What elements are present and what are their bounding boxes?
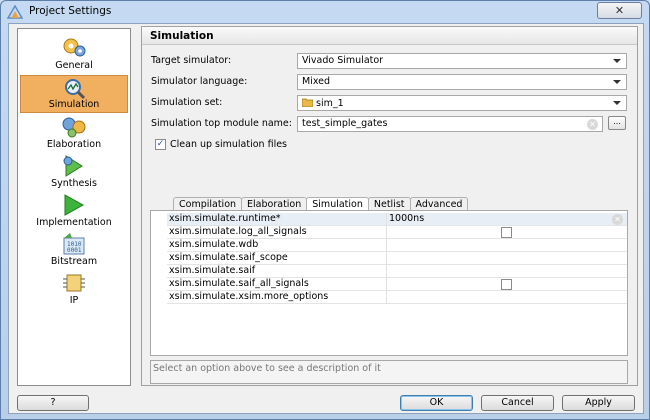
sidebar-item-ip[interactable]: IP [20, 270, 128, 308]
target-simulator-label: Target simulator: [151, 55, 232, 66]
implementation-icon [64, 194, 85, 216]
property-name: xsim.simulate.saif [169, 265, 256, 276]
description-box: Select an option above to see a descript… [150, 360, 628, 384]
help-button[interactable]: ? [17, 395, 89, 411]
browse-button[interactable]: ... [608, 116, 626, 130]
simulator-language-label: Simulator language: [151, 76, 248, 87]
tab-compilation[interactable]: Compilation [173, 197, 243, 211]
sidebar-item-label: Implementation [36, 217, 112, 228]
sidebar-item-bitstream[interactable]: 1010 0001 Bitstream [20, 231, 128, 269]
simulation-settings-panel: Simulation Target simulator: Vivado Simu… [141, 26, 638, 386]
simulation-set-select[interactable]: sim_1 [297, 95, 627, 111]
tab-netlist[interactable]: Netlist [367, 197, 411, 211]
column-divider [386, 252, 387, 265]
table-row[interactable]: xsim.simulate.log_all_signals [167, 226, 627, 239]
target-simulator-select[interactable]: Vivado Simulator [297, 53, 627, 69]
apply-button[interactable]: Apply [562, 395, 635, 411]
sidebar-item-label: Bitstream [50, 256, 98, 267]
property-name: xsim.simulate.runtime* [169, 213, 281, 224]
saif-all-signals-checkbox[interactable] [501, 279, 512, 290]
tab-advanced[interactable]: Advanced [409, 197, 469, 211]
clean-up-label: Clean up simulation files [170, 139, 288, 150]
cancel-button[interactable]: Cancel [481, 395, 554, 411]
table-row[interactable]: xsim.simulate.saif_scope [167, 252, 627, 265]
bitstream-icon: 1010 0001 [63, 233, 85, 255]
sidebar-item-simulation[interactable]: Simulation [20, 75, 128, 113]
tab-simulation[interactable]: Simulation [306, 197, 369, 211]
simulator-language-value: Mixed [302, 76, 331, 87]
column-divider [386, 239, 387, 252]
sidebar-item-label: IP [69, 295, 79, 306]
top-module-input[interactable]: test_simple_gates ✕ [297, 116, 603, 132]
chevron-down-icon [613, 59, 621, 63]
elaboration-icon [62, 117, 86, 138]
simulation-icon [65, 79, 86, 100]
target-simulator-value: Vivado Simulator [302, 55, 384, 66]
column-divider [386, 213, 387, 226]
top-module-label: Simulation top module name: [151, 118, 292, 129]
table-row[interactable]: xsim.simulate.saif [167, 265, 627, 278]
column-divider [386, 291, 387, 304]
sidebar-item-implementation[interactable]: Implementation [20, 192, 128, 230]
sidebar-item-label: Synthesis [51, 178, 97, 189]
sidebar-item-label: Elaboration [46, 139, 102, 150]
panel-title: Simulation [142, 27, 637, 45]
ip-icon [63, 274, 85, 292]
sidebar-item-synthesis[interactable]: Synthesis [20, 153, 128, 191]
table-row[interactable]: xsim.simulate.runtime* 1000ns ✕ [167, 213, 627, 226]
clear-icon[interactable]: ✕ [612, 214, 623, 225]
table-row[interactable]: xsim.simulate.wdb [167, 239, 627, 252]
clean-up-checkbox[interactable]: ✓ [155, 139, 166, 150]
property-name: xsim.simulate.log_all_signals [169, 226, 307, 237]
ok-button[interactable]: OK [400, 395, 473, 411]
sidebar-item-elaboration[interactable]: Elaboration [20, 114, 128, 152]
top-module-value: test_simple_gates [302, 118, 388, 129]
column-divider [386, 265, 387, 278]
property-name: xsim.simulate.wdb [169, 239, 259, 250]
folder-icon [301, 98, 314, 108]
project-settings-window: Project Settings ✕ General Simulation El… [0, 0, 650, 420]
settings-sidebar: General Simulation Elaboration Synthesis… [17, 28, 131, 386]
property-tabs: Compilation Elaboration Simulation Netli… [173, 197, 469, 211]
general-icon [63, 38, 86, 57]
synthesis-icon [63, 155, 83, 177]
window-title: Project Settings [29, 5, 112, 17]
clear-icon[interactable]: ✕ [587, 119, 598, 130]
log-all-signals-checkbox[interactable] [501, 227, 512, 238]
chevron-down-icon [613, 80, 621, 84]
column-divider [386, 226, 387, 239]
simulation-set-label: Simulation set: [151, 97, 223, 108]
property-name: xsim.simulate.saif_all_signals [169, 278, 309, 289]
simulator-language-select[interactable]: Mixed [297, 74, 627, 90]
sidebar-item-general[interactable]: General [20, 35, 128, 73]
svg-text:0001: 0001 [67, 247, 82, 254]
chevron-down-icon [613, 101, 621, 105]
property-grid: xsim.simulate.runtime* 1000ns ✕ xsim.sim… [150, 210, 628, 356]
property-value[interactable]: 1000ns [389, 213, 424, 224]
simulation-set-value: sim_1 [316, 98, 344, 109]
close-button[interactable]: ✕ [597, 2, 642, 19]
tab-elaboration[interactable]: Elaboration [241, 197, 308, 211]
property-name: xsim.simulate.xsim.more_options [169, 291, 329, 302]
table-row[interactable]: xsim.simulate.saif_all_signals [167, 278, 627, 291]
vivado-logo-icon [7, 5, 23, 19]
property-name: xsim.simulate.saif_scope [169, 252, 288, 263]
sidebar-item-label: General [55, 60, 93, 71]
column-divider [386, 278, 387, 291]
title-bar[interactable]: Project Settings ✕ [1, 1, 649, 23]
table-row[interactable]: xsim.simulate.xsim.more_options [167, 291, 627, 304]
dialog-client-area: General Simulation Elaboration Synthesis… [8, 23, 644, 414]
